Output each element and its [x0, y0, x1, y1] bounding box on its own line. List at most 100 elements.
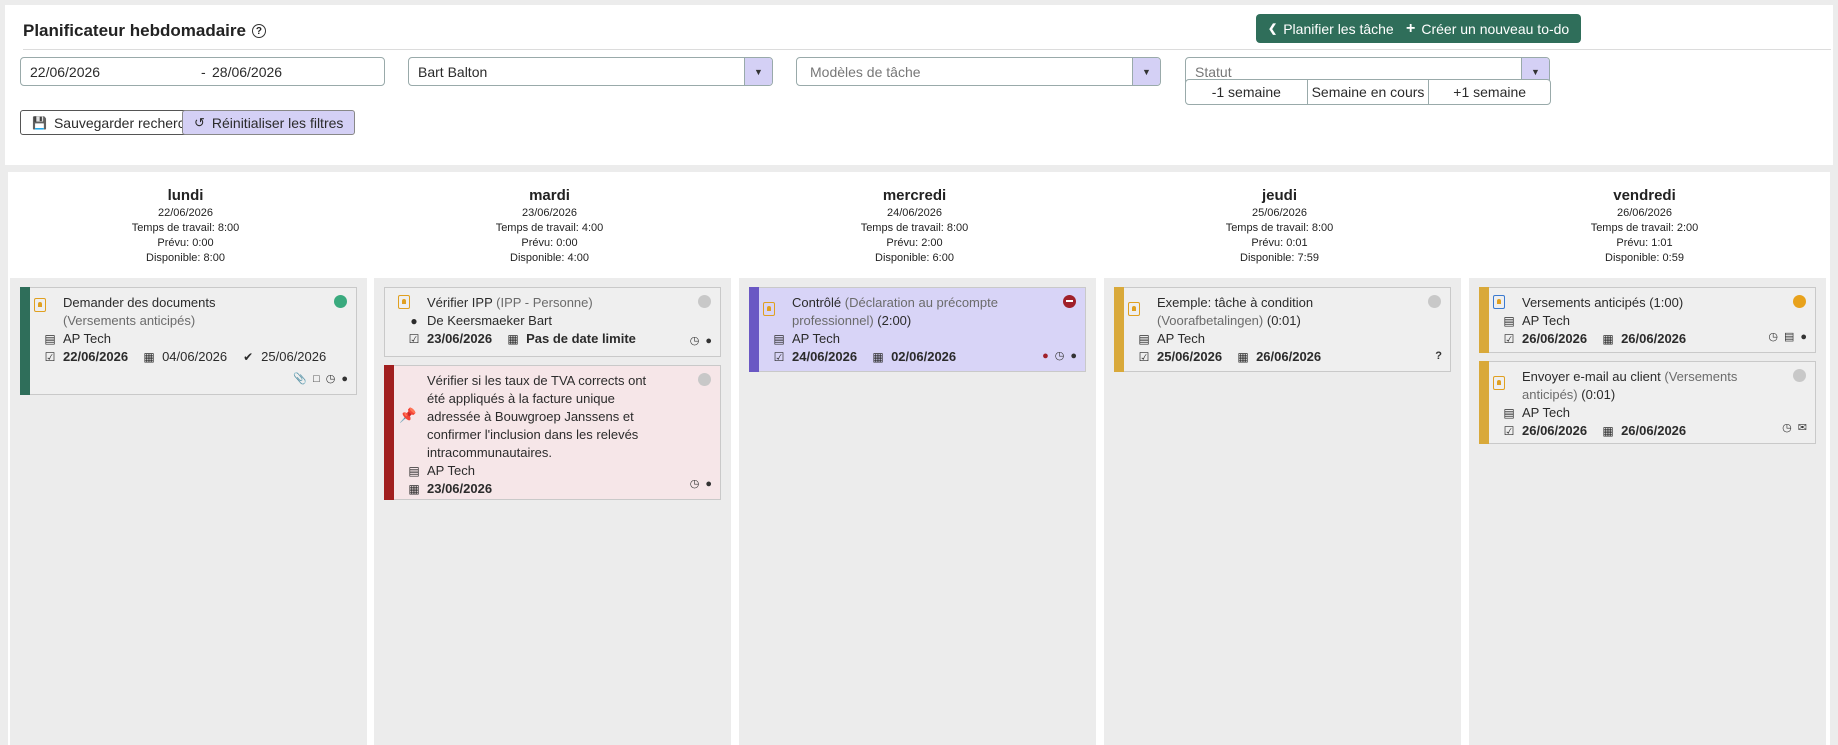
date-from: 22/06/2026 [30, 63, 101, 80]
status-bar [1479, 287, 1489, 353]
prev-week-button[interactable]: -1 semaine [1186, 80, 1308, 104]
caret-down-icon[interactable]: ▼ [1132, 58, 1160, 85]
filter-panel: Planificateur hebdomadaire ? ❮ Planifier… [5, 5, 1833, 165]
next-week-button[interactable]: +1 semaine [1429, 80, 1550, 104]
task-card[interactable]: 📌 Vérifier si les taux de TVA corrects o… [384, 365, 721, 500]
status-dot [1793, 295, 1806, 308]
day-name: vendredi [1613, 187, 1676, 204]
page-title-text: Planificateur hebdomadaire [23, 21, 246, 40]
task-duration: (0:01) [1266, 313, 1301, 328]
status-bar [20, 287, 30, 395]
create-todo-label: Créer un nouveau to-do [1421, 20, 1570, 37]
status-bar [1479, 361, 1489, 444]
day-work-time: Temps de travail: 8:00 [131, 222, 240, 234]
task-template-select[interactable]: Modèles de tâche ▼ [796, 57, 1161, 86]
user-icon[interactable]: ● [1800, 328, 1807, 346]
paperclip-icon[interactable]: 📎 [293, 370, 307, 388]
factory-icon: ▤ [773, 332, 785, 346]
task-date: 25/06/2026 [1157, 349, 1223, 364]
status-dot [698, 373, 711, 386]
task-card[interactable]: Envoyer e-mail au client (Versements ant… [1479, 361, 1816, 444]
day-date: 26/06/2026 [1616, 207, 1673, 219]
date-range-input[interactable]: 22/06/2026 - 28/06/2026 [20, 57, 385, 86]
calendar-icon: ▦ [1602, 424, 1614, 438]
book-icon[interactable]: ▤ [1784, 328, 1794, 346]
calendar-icon: ▦ [872, 350, 884, 364]
user-icon: ● [410, 314, 418, 328]
task-date: 26/06/2026 [1522, 423, 1588, 438]
task-client: AP Tech [1157, 331, 1205, 346]
day-name: lundi [167, 187, 204, 204]
day-name: mardi [529, 187, 570, 204]
user-icon[interactable]: ● [1070, 347, 1077, 365]
clock-icon[interactable]: ◷ [1782, 419, 1792, 437]
user-icon[interactable]: ● [705, 475, 712, 493]
task-title: Versements anticipés [1522, 295, 1646, 310]
day-planned: Prévu: 0:00 [157, 237, 214, 249]
day-planned: Prévu: 0:01 [1251, 237, 1308, 249]
day-available: Disponible: 6:00 [875, 252, 954, 264]
clock-icon[interactable]: ◷ [1768, 328, 1778, 346]
week-navigation: -1 semaine Semaine en cours +1 semaine [1185, 79, 1551, 105]
envelope-icon[interactable]: ✉ [1798, 419, 1807, 437]
caret-down-icon[interactable]: ▼ [744, 58, 772, 85]
day-work-time: Temps de travail: 2:00 [1590, 222, 1699, 234]
task-deadline: 26/06/2026 [1256, 349, 1322, 364]
task-date: 26/06/2026 [1522, 331, 1588, 346]
task-title: Demander des documents [63, 295, 216, 310]
calendar-icon: ▦ [1237, 350, 1249, 364]
day-planned: Prévu: 1:01 [1616, 237, 1673, 249]
day-task-list: Demander des documents (Versements antic… [10, 278, 367, 745]
help-icon[interactable]: ? [251, 24, 266, 38]
status-dot [334, 295, 347, 308]
clock-icon[interactable]: ◷ [690, 475, 700, 493]
user-icon[interactable]: ● [705, 332, 712, 350]
question-icon[interactable]: ? [1435, 347, 1442, 365]
user-select-value: Bart Balton [418, 63, 488, 80]
person-badge-icon [1128, 302, 1140, 316]
task-deadline: 26/06/2026 [1621, 331, 1687, 346]
status-dot [698, 295, 711, 308]
person-badge-icon [1493, 376, 1505, 390]
day-task-list: Versements anticipés (1:00) ▤ AP Tech ☑ 26… [1469, 278, 1826, 745]
task-date: 24/06/2026 [792, 349, 858, 364]
task-card[interactable]: Contrôlé (Déclaration au précompte profe… [749, 287, 1086, 372]
check-icon: ✔ [243, 350, 254, 364]
task-duration: (2:00) [877, 313, 912, 328]
calendar-check-icon: ☑ [1503, 424, 1515, 438]
task-card[interactable]: Exemple: tâche à condition (Voorafbetalin… [1114, 287, 1451, 372]
calendar-icon: ▦ [1602, 332, 1614, 346]
clock-icon[interactable]: ◷ [1055, 347, 1065, 365]
task-card[interactable]: Demander des documents (Versements antic… [20, 287, 357, 395]
clock-icon[interactable]: ◷ [326, 370, 336, 388]
calendar-check-icon: ☑ [773, 350, 785, 364]
task-title: Vérifier si les taux de TVA corrects ont… [427, 373, 647, 460]
floppy-disk-icon: 💾 [32, 115, 47, 130]
user-icon[interactable]: ● [341, 370, 348, 388]
calendar-check-icon: ☑ [1138, 350, 1150, 364]
task-card[interactable]: Vérifier IPP (IPP - Personne) ● De Keersm… [384, 287, 721, 357]
task-subtitle: (Versements anticipés) [63, 313, 196, 328]
task-date: 22/06/2026 [63, 349, 129, 364]
task-client: AP Tech [1522, 313, 1570, 328]
day-header: mardi 23/06/2026 Temps de travail: 4:00 … [372, 172, 727, 278]
task-card[interactable]: Versements anticipés (1:00) ▤ AP Tech ☑ 26… [1479, 287, 1816, 353]
current-week-button[interactable]: Semaine en cours [1308, 80, 1430, 104]
task-subtitle: (Voorafbetalingen) [1157, 313, 1264, 328]
plan-tasks-button[interactable]: ❮ Planifier les tâches [1256, 14, 1413, 43]
clock-icon[interactable]: ◷ [690, 332, 700, 350]
factory-icon: ▤ [408, 464, 420, 478]
minus-circle-icon[interactable]: ● [1042, 347, 1049, 365]
calendar-icon: ▦ [507, 332, 519, 346]
reset-filters-button[interactable]: ↺ Réinitialiser les filtres [182, 110, 356, 135]
day-available: Disponible: 4:00 [510, 252, 589, 264]
day-column-monday: lundi 22/06/2026 Temps de travail: 8:00 … [8, 172, 367, 745]
task-date: 23/06/2026 [427, 481, 493, 496]
create-todo-button[interactable]: + Créer un nouveau to-do [1394, 14, 1582, 43]
day-header: vendredi 26/06/2026 Temps de travail: 2:… [1467, 172, 1822, 278]
task-date: 23/06/2026 [427, 331, 493, 346]
user-select[interactable]: Bart Balton ▼ [408, 57, 773, 86]
status-dot [1428, 295, 1441, 308]
comment-icon[interactable]: □ [313, 370, 320, 388]
task-title: Exemple: tâche à condition [1157, 295, 1314, 310]
